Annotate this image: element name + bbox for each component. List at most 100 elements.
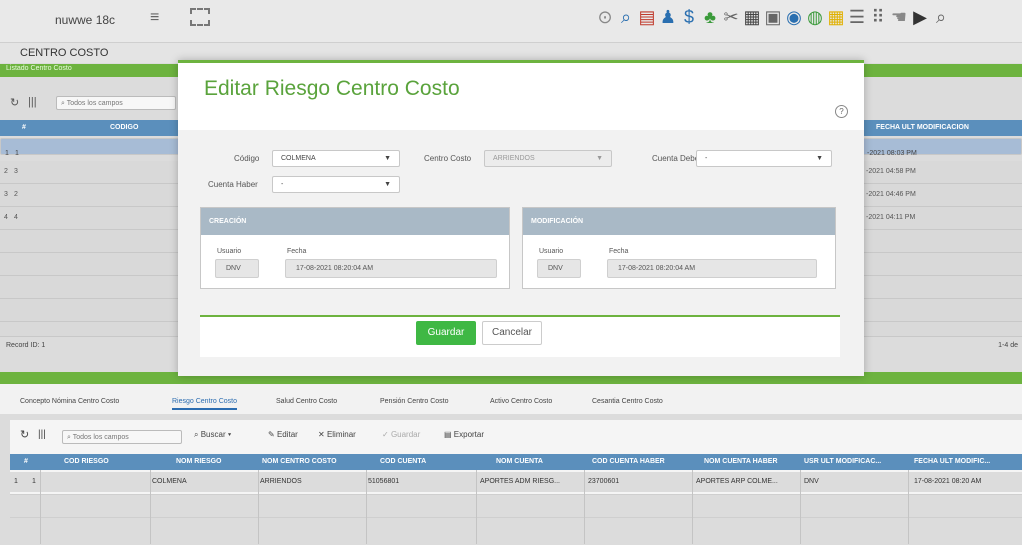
chevron-down-icon: ▼ [596,155,603,162]
creacion-fecha-field: 17-08-2021 08:20:04 AM [285,259,497,278]
cuenta-haber-select[interactable]: - ▼ [272,176,400,193]
column-divider [584,470,585,544]
column-divider [40,470,41,544]
cuenta-debe-label: Cuenta Debe [652,154,700,163]
cell: COLMENA [152,478,187,485]
row-fecha: -2021 04:46 PM [866,191,916,198]
row-num: 2 [4,168,8,175]
grid2-col: NOM CUENTA [496,458,543,465]
column-divider [908,470,909,544]
cell: ARRIENDOS [260,478,302,485]
chevron-down-icon: ▼ [816,155,823,162]
exportar-label: Exportar [453,430,485,439]
toolbar-icons: ⊙ ⌕ ▤ ♟ $ ♣ ✂ ▦ ▣ ◉ ◍ ▦ ☰ ⠿ ☚ ▶ ⌕ [596,6,950,28]
row-fecha: -2021 08:03 PM [867,150,917,157]
database-icon[interactable]: ◍ [806,6,824,28]
creacion-panel-header: CREACIÓN [201,208,509,235]
person-money-icon[interactable]: ♟ [659,6,677,28]
cuenta-haber-value: - [281,181,284,188]
cell: APORTES ADM RIESG... [480,478,561,485]
table-row[interactable]: 1 1 COLMENA ARRIENDOS 51056801 APORTES A… [10,472,1022,492]
people-icon[interactable]: ♣ [701,6,719,28]
row-fecha: -2021 04:58 PM [866,168,916,175]
dashboard-icon[interactable]: ◉ [785,6,803,28]
record-id: Record ID: 1 [6,342,46,349]
hand-icon[interactable]: ☚ [890,6,908,28]
grid2-col: COD RIESGO [64,458,109,465]
row-num: 4 [4,214,8,221]
tab-cesantia[interactable]: Cesantia Centro Costo [592,398,663,405]
cell: 51056801 [368,478,400,485]
tools-icon[interactable]: ✂ [722,6,740,28]
calculator-icon[interactable]: ▦ [743,6,761,28]
grid1-col-fecha: FECHA ULT MODIFICACION [876,124,969,131]
hamburger-icon[interactable]: ≡ [150,9,159,27]
grid2-search-input[interactable]: ⌕ Todos los campos [62,430,182,444]
search-doc-icon[interactable]: ⌕ [617,6,635,28]
tab-riesgo[interactable]: Riesgo Centro Costo [172,398,237,410]
tab-pension[interactable]: Pensión Centro Costo [380,398,448,405]
empty-row [10,494,1022,517]
save-button[interactable]: Guardar [416,321,476,345]
play-icon[interactable]: ▶ [911,6,929,28]
chevron-down-icon: ▼ [384,181,391,188]
column-divider [476,470,477,544]
buscar-label: Buscar [200,430,226,439]
centro-costo-value: ARRIENDOS [493,155,535,162]
grid2-col: USR ULT MODIFICAC... [804,458,882,465]
dollar-icon[interactable]: $ [680,6,698,28]
detail-tabs: Concepto Nómina Centro Costo Riesgo Cent… [0,384,1022,414]
modificacion-usuario-label: Usuario [539,248,564,255]
grid1-search-placeholder: Todos los campos [66,100,123,107]
empty-row [10,517,1022,545]
help-icon[interactable]: ? [835,105,848,118]
refresh-icon[interactable]: ↻ [10,96,19,109]
grid2-col: COD CUENTA HABER [592,458,665,465]
list-icon[interactable]: ☰ [848,6,866,28]
eliminar-button[interactable]: ✕ Eliminar [318,430,356,439]
codigo-select[interactable]: COLMENA ▼ [272,150,400,167]
section-title: Listado Centro Costo [6,65,72,72]
help-icon[interactable]: ⊙ [596,6,614,28]
tab-activo[interactable]: Activo Centro Costo [490,398,552,405]
modal-title: Editar Riesgo Centro Costo [204,77,460,100]
document-icon[interactable]: ▤ [638,6,656,28]
codigo-value: COLMENA [281,155,316,162]
column-divider [366,470,367,544]
modificacion-fecha-label: Fecha [609,248,629,255]
cell: 1 [14,478,18,485]
editar-button[interactable]: ✎ Editar [268,430,298,439]
grid2-search-placeholder: Todos los campos [72,434,129,441]
cell: 23700601 [588,478,620,485]
apps-icon[interactable]: ⠿ [869,6,887,28]
buscar-button[interactable]: ⌕ Buscar ▾ [194,430,231,440]
tab-salud[interactable]: Salud Centro Costo [276,398,337,405]
grid2-refresh-icon[interactable]: ↻ [20,428,29,441]
search-icon[interactable]: ⌕ [932,6,950,28]
centro-costo-select[interactable]: ARRIENDOS ▼ [484,150,612,167]
cuenta-debe-select[interactable]: - ▼ [696,150,832,167]
modal-header: Editar Riesgo Centro Costo ? [178,63,864,130]
guardar-grid-button[interactable]: ✓ Guardar [382,430,420,439]
row-num: 3 [4,191,8,198]
grid2-col: NOM RIESGO [176,458,222,465]
row-codigo: 1 [15,150,19,157]
exportar-button[interactable]: ▤ Exportar [444,430,484,439]
fullscreen-icon[interactable] [190,8,210,26]
column-divider [800,470,801,544]
row-codigo: 2 [14,191,18,198]
grid2-columns-icon[interactable]: ||| [38,429,46,440]
columns-icon[interactable]: ||| [28,96,37,108]
brand-label: nuwwe 18c [55,13,116,27]
cancel-button[interactable]: Cancelar [482,321,542,345]
grid-icon[interactable]: ▦ [827,6,845,28]
record-range: 1-4 de [998,342,1018,349]
grid1-search-input[interactable]: ⌕ Todos los campos [56,96,176,110]
report-icon[interactable]: ▣ [764,6,782,28]
tab-concepto-nomina[interactable]: Concepto Nómina Centro Costo [20,398,119,405]
cell: 1 [32,478,36,485]
modificacion-title: MODIFICACIÓN [531,218,584,225]
creacion-usuario-field: DNV [215,259,259,278]
grid1-col-codigo: CODIGO [110,124,139,131]
edit-modal: Editar Riesgo Centro Costo ? Código COLM… [178,60,864,376]
